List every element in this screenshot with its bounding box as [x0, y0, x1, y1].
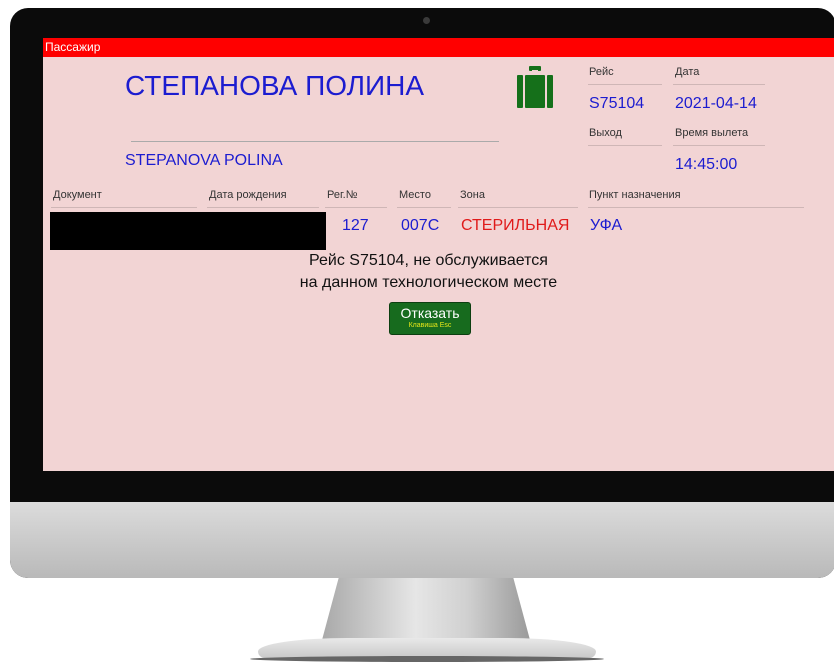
destination-value: УФА	[590, 217, 623, 234]
suitcase-icon	[517, 66, 553, 108]
seat-label: Место	[399, 189, 431, 201]
document-underline	[51, 207, 197, 208]
destination-underline	[588, 207, 804, 208]
flight-label: Рейс	[589, 66, 614, 78]
seat-value: 007C	[401, 217, 440, 234]
reg-number-underline	[325, 207, 387, 208]
seat-underline	[397, 207, 451, 208]
reject-button[interactable]: Отказать Клавиша Esc	[389, 302, 471, 335]
monitor-camera	[423, 17, 430, 24]
monitor-chin	[10, 502, 834, 578]
reject-shortcut-hint: Клавиша Esc	[408, 322, 452, 329]
date-label: Дата	[675, 66, 700, 78]
gate-label: Выход	[589, 127, 622, 139]
reg-number-value: 127	[342, 217, 369, 234]
date-label-underline	[673, 84, 765, 85]
reg-number-label: Рег.№	[327, 189, 358, 201]
departure-value: 14:45:00	[675, 156, 738, 173]
passenger-name-en: STEPANOVA POLINA	[125, 152, 283, 169]
gate-label-underline	[588, 145, 662, 146]
zone-value: СТЕРИЛЬНАЯ	[461, 217, 570, 234]
redacted-personal-data	[50, 212, 326, 250]
status-message-line-2: на данном технологическом месте	[299, 274, 558, 291]
date-value: 2021-04-14	[675, 95, 757, 112]
destination-label: Пункт назначения	[589, 189, 681, 201]
window-title-bar: Пассажир	[43, 38, 834, 57]
passenger-screen: Пассажир СТЕПАНОВА ПОЛИНА STEPANOVA POLI…	[43, 38, 834, 471]
monitor-stand-base	[258, 638, 596, 658]
birthdate-underline	[207, 207, 319, 208]
monitor-stand	[322, 578, 530, 640]
monitor-shadow	[250, 656, 604, 662]
zone-underline	[458, 207, 578, 208]
document-label: Документ	[53, 189, 102, 201]
status-message-line-1: Рейс S75104, не обслуживается	[309, 252, 548, 269]
passenger-name-ru: СТЕПАНОВА ПОЛИНА	[125, 70, 425, 101]
departure-label: Время вылета	[675, 127, 749, 139]
birthdate-label: Дата рождения	[209, 189, 287, 201]
reject-button-label: Отказать	[400, 305, 460, 321]
zone-label: Зона	[460, 189, 485, 201]
window-title: Пассажир	[45, 40, 101, 54]
status-message: Рейс S75104, не обслуживается на данном …	[43, 250, 814, 294]
name-divider	[131, 141, 499, 142]
flight-label-underline	[588, 84, 662, 85]
flight-value: S75104	[589, 95, 645, 112]
departure-label-underline	[673, 145, 765, 146]
